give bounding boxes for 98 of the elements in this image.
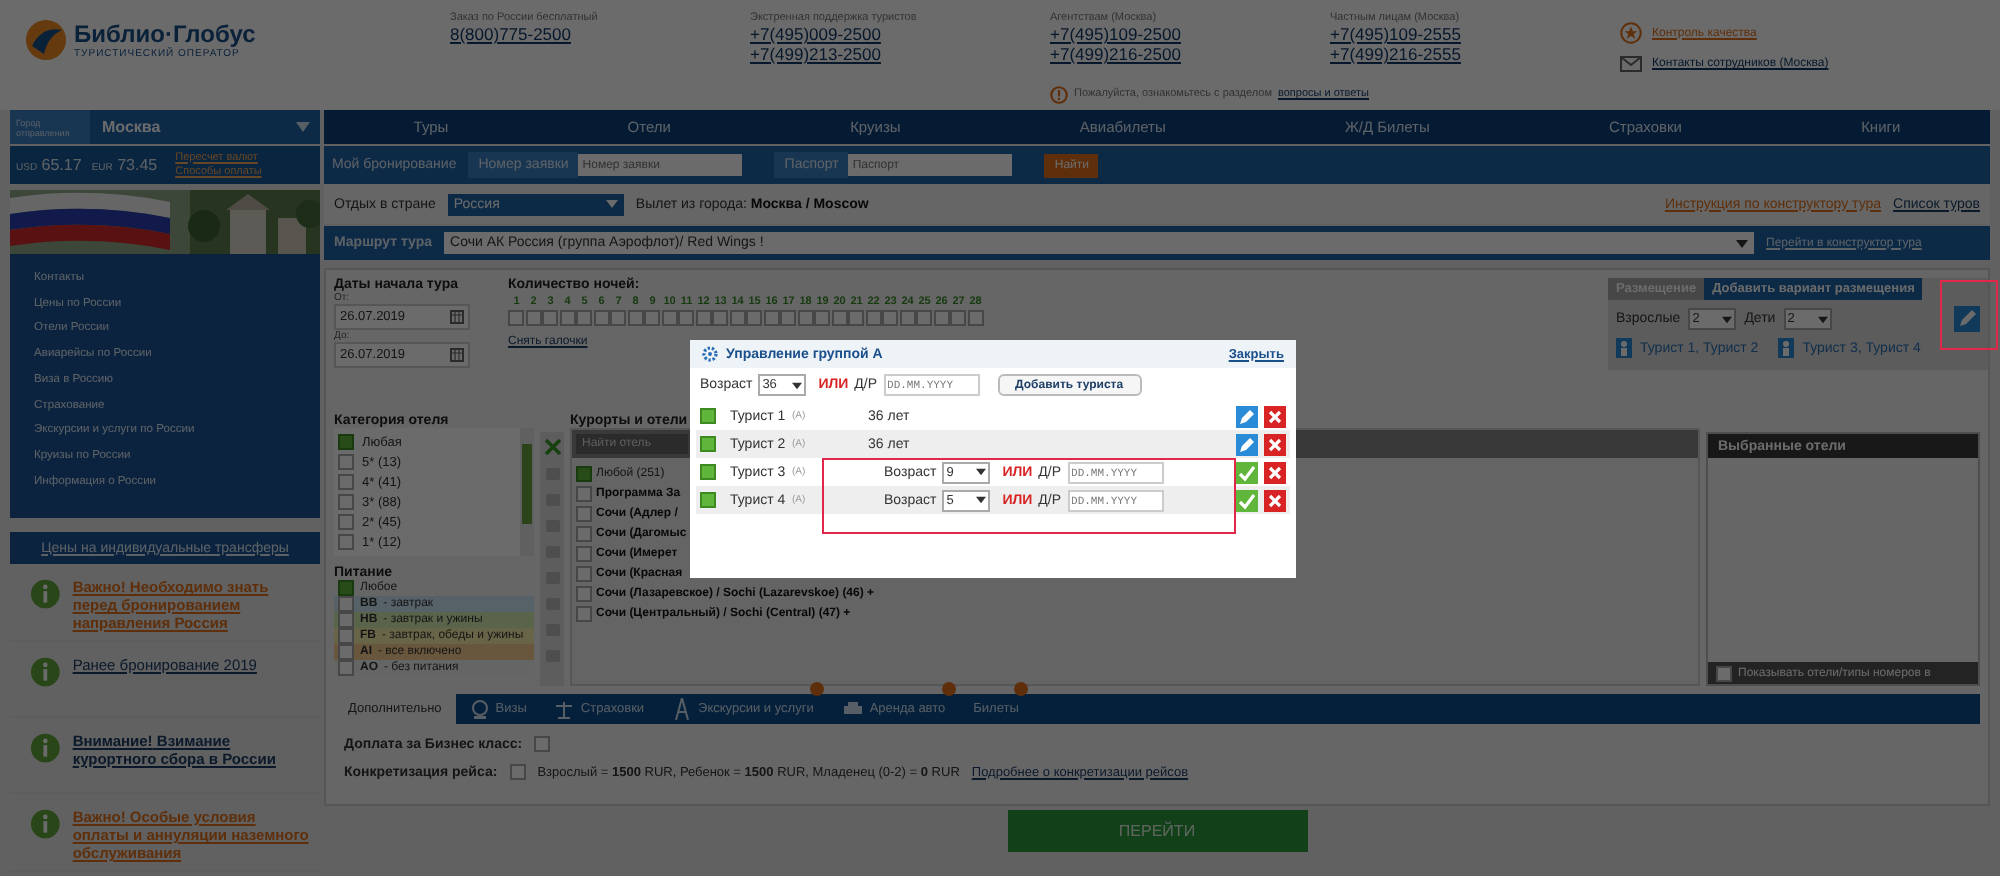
checkbox[interactable] bbox=[700, 492, 716, 508]
caret-icon bbox=[792, 381, 803, 389]
info-icon bbox=[30, 732, 61, 764]
checkbox[interactable] bbox=[576, 310, 593, 326]
checkbox[interactable] bbox=[848, 310, 865, 326]
delete-icon[interactable] bbox=[1264, 461, 1286, 483]
checkbox[interactable] bbox=[950, 310, 967, 326]
checkbox[interactable] bbox=[746, 310, 763, 326]
checkbox[interactable] bbox=[831, 310, 848, 326]
highlight-frame bbox=[1940, 280, 1998, 350]
checkbox[interactable] bbox=[700, 464, 716, 480]
checkbox[interactable] bbox=[576, 486, 592, 502]
checkbox[interactable] bbox=[576, 526, 592, 542]
checkbox[interactable] bbox=[695, 310, 712, 326]
checkbox[interactable] bbox=[1716, 665, 1732, 681]
caret-icon bbox=[605, 200, 618, 208]
info-icon bbox=[30, 808, 61, 840]
checkbox[interactable] bbox=[338, 434, 354, 450]
checkbox[interactable] bbox=[559, 310, 576, 326]
caret-icon bbox=[1817, 315, 1828, 323]
phone-link[interactable]: +7(499)213-2500 bbox=[750, 44, 1050, 64]
checkbox[interactable] bbox=[542, 310, 559, 326]
edit-icon[interactable] bbox=[1954, 306, 1980, 332]
caret-icon bbox=[1722, 315, 1733, 323]
caret-icon bbox=[976, 496, 987, 504]
check-icon[interactable] bbox=[1236, 489, 1258, 511]
edit-icon[interactable] bbox=[1236, 405, 1258, 427]
checkbox[interactable] bbox=[610, 310, 627, 326]
checkbox[interactable] bbox=[576, 566, 592, 582]
clear-icon[interactable] bbox=[543, 438, 561, 456]
delete-icon[interactable] bbox=[1264, 489, 1286, 511]
go-button[interactable]: ПЕРЕЙТИ bbox=[1007, 810, 1307, 852]
checkbox[interactable] bbox=[899, 310, 916, 326]
checkbox[interactable] bbox=[933, 310, 950, 326]
checkbox[interactable] bbox=[700, 408, 716, 424]
checkbox[interactable] bbox=[509, 764, 526, 780]
checkbox[interactable] bbox=[729, 310, 746, 326]
checkbox[interactable] bbox=[576, 606, 592, 622]
delete-icon[interactable] bbox=[1264, 433, 1286, 455]
phone-link[interactable]: +7(495)009-2500 bbox=[750, 24, 1050, 44]
checkbox[interactable] bbox=[508, 310, 525, 326]
checkbox[interactable] bbox=[534, 736, 551, 752]
checkbox[interactable] bbox=[700, 436, 716, 452]
checkbox[interactable] bbox=[967, 310, 984, 326]
phone-link[interactable]: +7(499)216-2500 bbox=[1050, 44, 1330, 64]
checkbox[interactable] bbox=[338, 612, 354, 628]
checkbox[interactable] bbox=[576, 466, 592, 482]
star-icon bbox=[1620, 22, 1642, 44]
caret-icon bbox=[976, 468, 987, 476]
checkbox[interactable] bbox=[814, 310, 831, 326]
warning-icon bbox=[1050, 85, 1068, 104]
gear-icon bbox=[702, 346, 718, 362]
caret-icon bbox=[1736, 239, 1749, 247]
logo-icon bbox=[24, 18, 68, 62]
checkbox[interactable] bbox=[338, 660, 354, 676]
checkbox[interactable] bbox=[338, 628, 354, 644]
calendar-icon[interactable] bbox=[450, 310, 464, 324]
checkbox[interactable] bbox=[338, 474, 354, 490]
checkbox[interactable] bbox=[763, 310, 780, 326]
checkbox[interactable] bbox=[338, 580, 354, 596]
checkbox[interactable] bbox=[338, 534, 354, 550]
checkbox[interactable] bbox=[576, 506, 592, 522]
phone-link[interactable]: +7(495)109-2500 bbox=[1050, 24, 1330, 44]
checkbox[interactable] bbox=[644, 310, 661, 326]
checkbox[interactable] bbox=[593, 310, 610, 326]
checkbox[interactable] bbox=[661, 310, 678, 326]
checkbox[interactable] bbox=[338, 454, 354, 470]
info-icon bbox=[30, 656, 61, 688]
checkbox[interactable] bbox=[525, 310, 542, 326]
checkbox[interactable] bbox=[627, 310, 644, 326]
calendar-icon[interactable] bbox=[450, 348, 464, 362]
checkbox[interactable] bbox=[865, 310, 882, 326]
person-icon bbox=[1616, 338, 1632, 358]
caret-icon bbox=[296, 122, 310, 132]
info-icon bbox=[30, 578, 61, 610]
car-icon bbox=[841, 700, 864, 718]
scrollbar[interactable] bbox=[520, 428, 534, 556]
phone-link[interactable]: 8(800)775-2500 bbox=[450, 24, 750, 44]
checkbox[interactable] bbox=[916, 310, 933, 326]
checkbox[interactable] bbox=[797, 310, 814, 326]
checkbox[interactable] bbox=[712, 310, 729, 326]
checkbox[interactable] bbox=[576, 586, 592, 602]
checkbox[interactable] bbox=[678, 310, 695, 326]
phone-link[interactable]: +7(495)109-2555 bbox=[1330, 24, 1620, 44]
logo-name: Библио·Глобус bbox=[74, 20, 256, 48]
checkbox[interactable] bbox=[338, 514, 354, 530]
checkbox[interactable] bbox=[338, 596, 354, 612]
check-icon[interactable] bbox=[1236, 461, 1258, 483]
checkbox[interactable] bbox=[338, 494, 354, 510]
checkbox[interactable] bbox=[882, 310, 899, 326]
checkbox[interactable] bbox=[780, 310, 797, 326]
person-icon bbox=[1778, 338, 1795, 358]
mail-icon bbox=[1620, 56, 1642, 72]
phone-link[interactable]: +7(499)216-2555 bbox=[1330, 44, 1620, 64]
edit-icon[interactable] bbox=[1236, 433, 1258, 455]
checkbox[interactable] bbox=[338, 644, 354, 660]
checkbox[interactable] bbox=[576, 546, 592, 562]
delete-icon[interactable] bbox=[1264, 405, 1286, 427]
